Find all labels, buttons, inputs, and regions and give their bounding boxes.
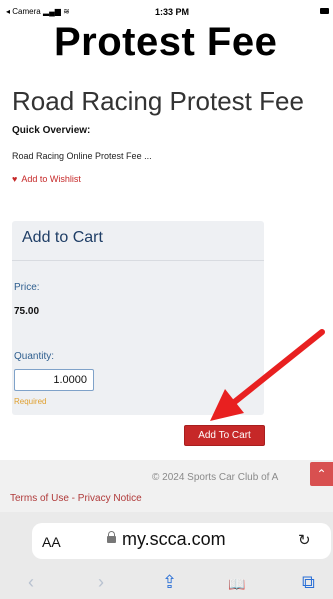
footer [0,460,333,512]
terms-of-use-link[interactable]: Terms of Use [10,493,69,504]
scroll-to-top-button[interactable]: ⌃ [310,462,333,486]
overview-text: Road Racing Online Protest Fee ... [12,151,152,161]
signal-icon: ▂▄▆ [42,7,61,16]
privacy-notice-link[interactable]: Privacy Notice [78,493,142,504]
price-label: Price: [14,282,40,293]
wishlist-label: Add to Wishlist [21,174,81,184]
status-time: 1:33 PM [155,7,190,17]
link-separator: - [68,493,78,504]
battery-icon [320,8,329,14]
heart-icon: ♥ [12,174,18,184]
add-to-cart-heading: Add to Cart [22,229,103,246]
add-to-cart-button[interactable]: Add To Cart [184,425,265,446]
price-value: 75.00 [14,306,40,317]
product-title: Road Racing Protest Fee [12,86,304,116]
share-icon[interactable]: ⇪ [162,572,177,593]
lock-icon [107,531,116,543]
footer-links: Terms of Use - Privacy Notice [10,493,142,504]
overview-label: Quick Overview: [12,125,91,136]
chevron-up-icon: ⌃ [316,467,327,481]
tabs-icon[interactable]: ⧉ [302,572,315,593]
wifi-icon: ≋ [63,7,70,16]
required-note: Required [14,397,47,406]
status-bar: ◂ Camera ▂▄▆ ≋ 1:33 PM [0,0,333,22]
quantity-input[interactable] [14,369,94,391]
add-to-wishlist-link[interactable]: ♥ Add to Wishlist [12,174,81,184]
back-to-camera[interactable]: ◂ Camera ▂▄▆ ≋ [6,7,70,16]
back-icon[interactable]: ‹ [28,572,34,593]
banner-title: Protest Fee [54,20,278,64]
text-size-button[interactable]: AA [42,534,61,550]
reload-icon[interactable]: ↻ [298,531,311,549]
copyright-text: © 2024 Sports Car Club of A [152,472,279,483]
forward-icon[interactable]: › [98,572,104,593]
quantity-label: Quantity: [14,351,55,362]
bookmarks-icon[interactable]: 📖 [228,576,245,593]
url-text[interactable]: my.scca.com [122,529,226,550]
panel-divider [12,260,264,261]
